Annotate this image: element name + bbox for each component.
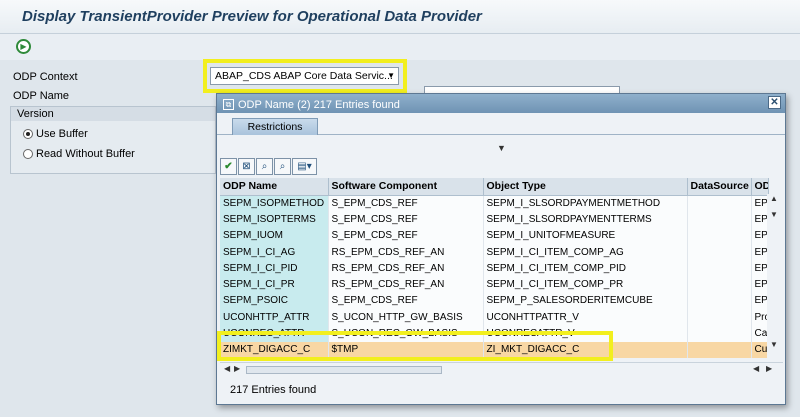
cell-software-component[interactable]: S_EPM_CDS_REF: [328, 211, 484, 228]
column-header-datasource[interactable]: DataSource: [687, 178, 752, 196]
version-label: Version: [11, 107, 215, 121]
table-row[interactable]: SEPM_I_CI_AG RS_EPM_CDS_REF_AN SEPM_I_CI…: [220, 243, 769, 261]
scroll-left-end-icon[interactable]: ◀: [753, 364, 759, 373]
close-icon[interactable]: ✕: [768, 96, 781, 109]
radio-selected-icon[interactable]: [23, 129, 33, 139]
cell-datasource[interactable]: [687, 195, 752, 212]
use-buffer-label: Use Buffer: [36, 128, 88, 140]
cell-object-type[interactable]: SEPM_I_SLSORDPAYMENTTERMS: [483, 211, 688, 228]
table-row[interactable]: SEPM_ISOPMETHOD S_EPM_CDS_REF SEPM_I_SLS…: [220, 195, 769, 212]
table-row[interactable]: SEPM_IUOM S_EPM_CDS_REF SEPM_I_UNITOFMEA…: [220, 227, 769, 244]
horizontal-scroll-thumb[interactable]: [246, 366, 442, 374]
cell-software-component[interactable]: S_EPM_CDS_REF: [328, 195, 484, 212]
odp-name-label: ODP Name: [13, 90, 70, 102]
scroll-down-icon[interactable]: ▼: [770, 210, 778, 219]
cell-datasource[interactable]: [687, 341, 752, 358]
cell-datasource[interactable]: [687, 227, 752, 244]
cell-object-type[interactable]: SEPM_I_CI_ITEM_COMP_AG: [483, 243, 688, 261]
window-title: Display TransientProvider Preview for Op…: [0, 0, 800, 34]
check-icon[interactable]: ✔: [220, 158, 237, 175]
cell-odp-name[interactable]: SEPM_I_CI_PID: [220, 260, 329, 277]
cell-od[interactable]: EP: [751, 292, 769, 310]
cell-object-type[interactable]: SEPM_I_SLSORDPAYMENTMETHOD: [483, 195, 688, 212]
toolbar: ▶: [0, 34, 800, 60]
cell-object-type[interactable]: UCONHTTPATTR_V: [483, 309, 688, 326]
tab-strip: Restrictions: [217, 113, 785, 135]
cell-od[interactable]: Cal: [751, 325, 769, 342]
cell-od[interactable]: EP: [751, 195, 769, 212]
cell-software-component[interactable]: RS_EPM_CDS_REF_AN: [328, 243, 484, 261]
use-buffer-option[interactable]: Use Buffer: [23, 128, 88, 140]
cell-odp-name[interactable]: SEPM_IUOM: [220, 227, 329, 244]
vertical-scrollbar[interactable]: ▲ ▼ ▼: [767, 194, 783, 362]
column-header-software-component[interactable]: Software Component: [328, 178, 484, 196]
print-icon[interactable]: ▤▾: [292, 158, 317, 175]
cell-object-type[interactable]: SEPM_I_CI_ITEM_COMP_PID: [483, 260, 688, 277]
column-header-object-type[interactable]: Object Type: [483, 178, 688, 196]
scroll-right-end-icon[interactable]: ▶: [766, 364, 772, 373]
version-group: Version Use Buffer Read Without Buffer: [10, 106, 216, 174]
cell-object-type[interactable]: SEPM_P_SALESORDERITEMCUBE: [483, 292, 688, 310]
cell-software-component[interactable]: S_UCON_HTTP_GW_BASIS: [328, 309, 484, 326]
cell-odp-name[interactable]: SEPM_I_CI_AG: [220, 243, 329, 261]
scroll-up-icon[interactable]: ▲: [770, 194, 778, 203]
cell-datasource[interactable]: [687, 276, 752, 293]
dialog-icon: ⧉: [223, 99, 234, 110]
cell-software-component[interactable]: RS_EPM_CDS_REF_AN: [328, 260, 484, 277]
cell-od[interactable]: EP: [751, 243, 769, 261]
cell-od[interactable]: Cu: [751, 341, 769, 358]
collapse-arrow-icon[interactable]: ▼: [497, 143, 506, 153]
table-row[interactable]: SEPM_I_CI_PR RS_EPM_CDS_REF_AN SEPM_I_CI…: [220, 276, 769, 293]
cell-od[interactable]: EP: [751, 211, 769, 228]
cell-od[interactable]: Pro: [751, 309, 769, 326]
cell-datasource[interactable]: [687, 211, 752, 228]
cell-od[interactable]: EP: [751, 227, 769, 244]
entries-count-status: 217 Entries found: [230, 384, 317, 396]
selected-row-highlight: [217, 331, 613, 361]
table-row[interactable]: SEPM_ISOPTERMS S_EPM_CDS_REF SEPM_I_SLSO…: [220, 211, 769, 228]
scroll-right-icon[interactable]: ▶: [234, 364, 240, 373]
cancel-icon[interactable]: ⊠: [238, 158, 255, 175]
cell-datasource[interactable]: [687, 325, 752, 342]
dialog-titlebar: ⧉ ODP Name (2) 217 Entries found: [217, 94, 785, 113]
table-header-row: ODP Name Software Component Object Type …: [220, 178, 769, 196]
cell-datasource[interactable]: [687, 309, 752, 326]
alv-toolbar: ✔ ⊠ ⌕ ⌕ ▤▾: [220, 158, 317, 176]
table-row[interactable]: SEPM_PSOIC S_EPM_CDS_REF SEPM_P_SALESORD…: [220, 292, 769, 310]
find-icon[interactable]: ⌕: [256, 158, 273, 175]
cell-odp-name[interactable]: SEPM_PSOIC: [220, 292, 329, 310]
cell-object-type[interactable]: SEPM_I_CI_ITEM_COMP_PR: [483, 276, 688, 293]
find-next-icon[interactable]: ⌕: [274, 158, 291, 175]
cell-od[interactable]: EP: [751, 260, 769, 277]
table-row[interactable]: UCONHTTP_ATTR S_UCON_HTTP_GW_BASIS UCONH…: [220, 309, 769, 326]
cell-odp-name[interactable]: SEPM_ISOPMETHOD: [220, 195, 329, 212]
tab-restrictions[interactable]: Restrictions: [232, 118, 318, 135]
cell-object-type[interactable]: SEPM_I_UNITOFMEASURE: [483, 227, 688, 244]
cell-software-component[interactable]: S_EPM_CDS_REF: [328, 292, 484, 310]
column-header-odp-name[interactable]: ODP Name: [220, 178, 329, 196]
odp-context-label: ODP Context: [13, 71, 78, 83]
highlight-box: [203, 59, 407, 93]
radio-icon[interactable]: [23, 149, 33, 159]
cell-odp-name[interactable]: SEPM_I_CI_PR: [220, 276, 329, 293]
cell-software-component[interactable]: RS_EPM_CDS_REF_AN: [328, 276, 484, 293]
cell-software-component[interactable]: S_EPM_CDS_REF: [328, 227, 484, 244]
table-row[interactable]: SEPM_I_CI_PID RS_EPM_CDS_REF_AN SEPM_I_C…: [220, 260, 769, 277]
column-header-od[interactable]: OD: [751, 178, 769, 196]
horizontal-scrollbar[interactable]: ◀ ▶ ◀ ▶: [220, 362, 783, 376]
dialog-title: ODP Name (2) 217 Entries found: [238, 98, 400, 111]
execute-icon[interactable]: ▶: [16, 39, 31, 54]
cell-odp-name[interactable]: SEPM_ISOPTERMS: [220, 211, 329, 228]
cell-datasource[interactable]: [687, 243, 752, 261]
cell-odp-name[interactable]: UCONHTTP_ATTR: [220, 309, 329, 326]
scroll-down-end-icon[interactable]: ▼: [770, 340, 778, 349]
cell-datasource[interactable]: [687, 292, 752, 310]
cell-datasource[interactable]: [687, 260, 752, 277]
read-without-buffer-label: Read Without Buffer: [36, 148, 135, 160]
scroll-left-icon[interactable]: ◀: [224, 364, 230, 373]
cell-od[interactable]: EP: [751, 276, 769, 293]
read-without-buffer-option[interactable]: Read Without Buffer: [23, 148, 135, 160]
